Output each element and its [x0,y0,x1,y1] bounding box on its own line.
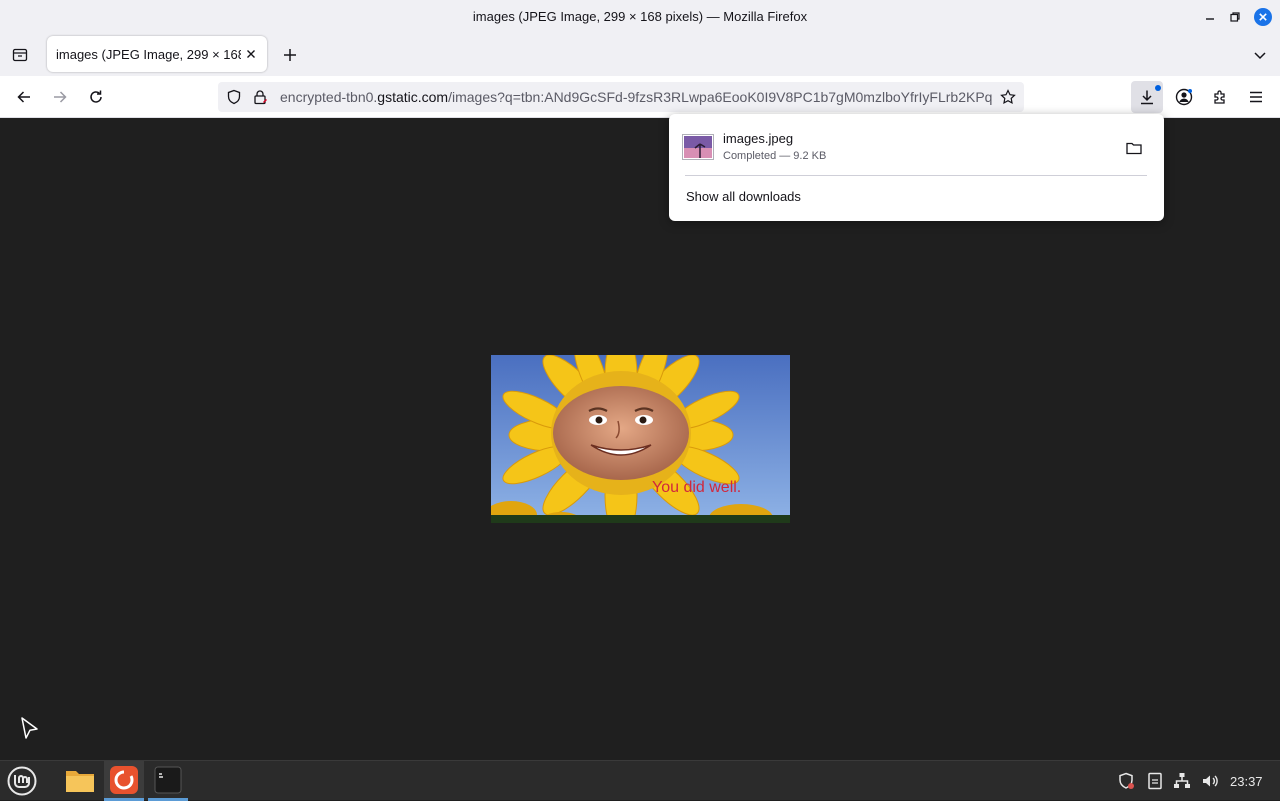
restore-icon [1230,12,1240,22]
download-item[interactable]: images.jpeg Completed — 9.2 KB [677,122,1156,174]
navigation-toolbar: encrypted-tbn0.gstatic.com/images?q=tbn:… [0,76,1280,118]
reload-button[interactable] [82,83,110,111]
puzzle-piece-icon [1214,90,1225,104]
lock-icon [254,90,267,105]
jpeg-image[interactable]: You did well. [491,355,790,523]
show-all-downloads-button[interactable]: Show all downloads [686,189,801,204]
forward-button[interactable] [46,83,74,111]
sunflower-face-image: You did well. [491,355,790,523]
url-path: /images?q=tbn:ANd9GcSFd-9fzsR3RLwpa6EooK… [448,89,992,105]
taskbar-terminal-button[interactable] [148,761,188,801]
folder-icon [66,771,94,792]
jpeg-thumbnail-icon [682,134,714,160]
plus-icon [284,49,296,61]
firefox-view-button[interactable] [8,43,32,67]
taskbar-clock[interactable]: 23:37 [1230,774,1263,789]
url-host: gstatic.com [377,89,449,105]
speaker-icon [1203,775,1218,787]
tab-images-jpeg[interactable]: images (JPEG Image, 299 × 168 pixels) [47,36,267,72]
account-icon [1175,88,1193,106]
download-status: Completed — 9.2 KB [723,150,827,162]
shield-icon [227,89,241,105]
bookmark-page-button[interactable] [998,87,1018,107]
open-containing-folder-button[interactable] [1122,136,1146,160]
panel-separator [685,175,1147,176]
extensions-button[interactable] [1206,83,1234,111]
download-filename: images.jpeg [723,131,794,146]
site-info-button[interactable] [250,87,270,107]
chevron-down-icon [1254,52,1266,60]
taskbar-files-button[interactable] [60,761,100,801]
app-menu-button[interactable] [1242,83,1270,111]
back-button[interactable] [10,83,38,111]
hamburger-menu-icon [1250,91,1262,103]
minimize-button[interactable] [1200,7,1220,27]
network-tray[interactable] [1172,771,1192,791]
start-menu-button[interactable] [2,761,42,801]
terminal-icon [154,766,182,793]
downloads-panel: images.jpeg Completed — 9.2 KB Show all … [669,114,1164,221]
arrow-left-icon [17,91,30,103]
star-icon [1000,89,1016,105]
tab-strip: images (JPEG Image, 299 × 168 pixels) [0,34,1280,76]
taskbar: 23:37 [0,760,1280,801]
address-bar[interactable]: encrypted-tbn0.gstatic.com/images?q=tbn:… [218,82,1024,112]
url-text[interactable]: encrypted-tbn0.gstatic.com/images?q=tbn:… [280,89,992,105]
firefox-icon [110,765,138,794]
volume-tray[interactable] [1200,771,1220,791]
arrow-right-icon [54,91,67,103]
image-caption: You did well. [652,479,741,496]
mouse-cursor-icon [21,717,38,739]
url-subdomain: encrypted-tbn0. [280,89,378,105]
tab-label: images (JPEG Image, 299 × 168 pixels) [56,47,241,62]
close-icon [1254,8,1272,26]
list-all-tabs-button[interactable] [1248,43,1272,67]
new-tab-button[interactable] [278,43,302,67]
download-icon [1141,90,1153,105]
network-icon [1174,773,1190,788]
folder-icon [1126,142,1142,155]
window-titlebar: images (JPEG Image, 299 × 168 pixels) — … [0,0,1280,34]
account-button[interactable] [1170,83,1198,111]
update-manager-tray[interactable] [1116,771,1136,791]
tab-close-button[interactable] [241,44,261,64]
maximize-button[interactable] [1225,7,1245,27]
document-icon [1148,772,1162,790]
taskbar-firefox-button[interactable] [104,761,144,801]
shield-icon [1119,772,1134,789]
download-progress-indicator [1155,85,1161,91]
notes-tray[interactable] [1145,771,1165,791]
close-window-button[interactable] [1253,7,1273,27]
downloads-button[interactable] [1131,81,1163,113]
close-icon [247,50,255,58]
tracking-protection-button[interactable] [224,87,244,107]
firefox-view-icon [12,48,28,62]
window-title: images (JPEG Image, 299 × 168 pixels) — … [472,9,808,24]
linux-mint-logo-icon [7,766,37,796]
minimize-icon [1206,18,1214,20]
reload-icon [90,90,102,103]
